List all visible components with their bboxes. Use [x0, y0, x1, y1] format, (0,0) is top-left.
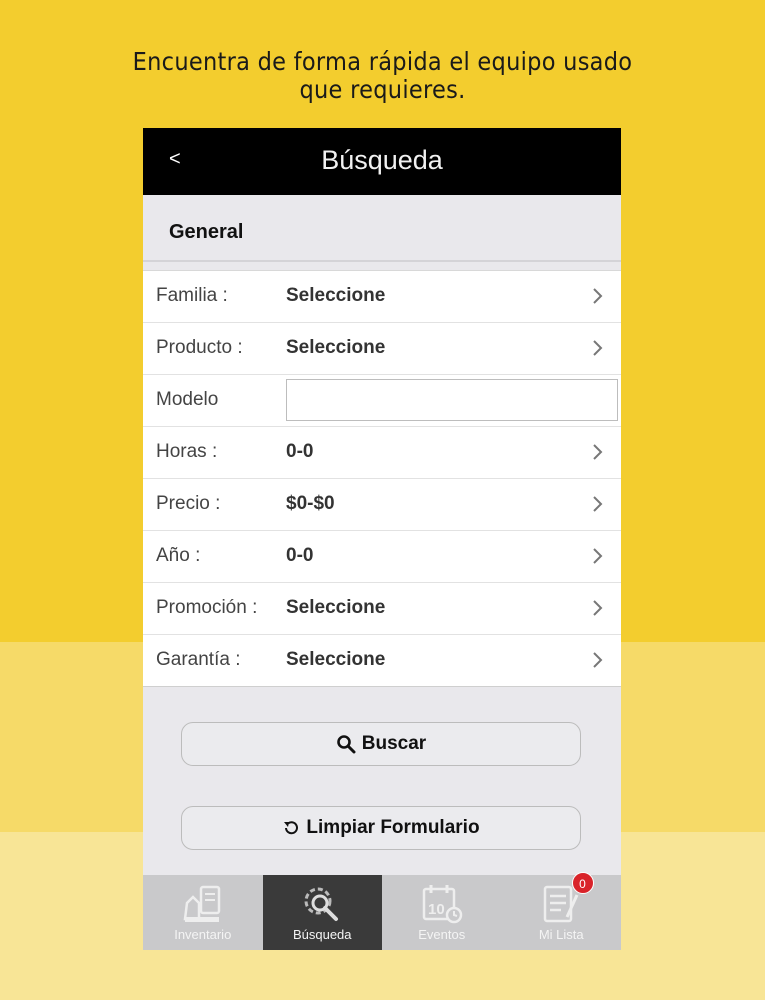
field-label: Modelo: [156, 389, 219, 410]
calendar-icon: 10: [422, 885, 462, 924]
field-label: Garantía :: [156, 649, 241, 670]
clear-form-button[interactable]: Limpiar Formulario: [181, 806, 581, 850]
tab-eventos[interactable]: 10 Eventos: [382, 875, 502, 950]
section-header-general: General: [143, 206, 621, 262]
field-label: Precio :: [156, 493, 221, 514]
inventory-icon: [183, 885, 220, 922]
field-label: Año :: [156, 545, 201, 566]
undo-icon: [284, 821, 299, 835]
row-familia[interactable]: Familia : Seleccione: [143, 271, 621, 323]
field-value: Seleccione: [286, 597, 386, 618]
clear-button-label: Limpiar Formulario: [306, 817, 480, 838]
row-producto[interactable]: Producto : Seleccione: [143, 323, 621, 375]
search-button-label: Buscar: [361, 733, 427, 754]
row-horas[interactable]: Horas : 0-0: [143, 427, 621, 479]
chevron-right-icon: [593, 600, 603, 616]
search-gear-icon: [304, 887, 339, 921]
chevron-right-icon: [593, 496, 603, 512]
model-input[interactable]: [286, 379, 618, 421]
svg-text:10: 10: [428, 901, 445, 918]
field-value: 0-0: [286, 545, 314, 566]
search-icon: [336, 735, 356, 754]
chevron-right-icon: [593, 340, 603, 356]
chevron-right-icon: [593, 288, 603, 304]
tab-bar: Inventario Búsqueda 10 Eventos Mi Lista …: [143, 872, 622, 950]
search-form: Familia : Seleccione Producto : Seleccio…: [143, 270, 621, 687]
headline-line-2: que requieres.: [299, 75, 466, 104]
search-button[interactable]: Buscar: [181, 722, 581, 766]
field-label: Producto :: [156, 337, 243, 358]
chevron-right-icon: [593, 652, 603, 668]
chevron-right-icon: [593, 548, 603, 564]
headline: Encuentra de forma rápida el equipo usad…: [38, 48, 727, 104]
field-value: Seleccione: [286, 285, 386, 306]
notification-badge: 0: [571, 872, 594, 894]
tab-mi-lista[interactable]: Mi Lista 0: [502, 872, 622, 950]
row-ano[interactable]: Año : 0-0: [143, 531, 621, 583]
chevron-right-icon: [593, 444, 603, 460]
field-label: Familia :: [156, 285, 228, 306]
row-promocion[interactable]: Promoción : Seleccione: [143, 583, 621, 635]
title-bar: < Búsqueda: [143, 128, 621, 195]
tab-label: Eventos: [418, 927, 466, 942]
tab-busqueda[interactable]: Búsqueda: [262, 875, 382, 950]
field-value: Seleccione: [286, 649, 386, 670]
page-title: Búsqueda: [321, 145, 443, 175]
row-garantia[interactable]: Garantía : Seleccione: [143, 635, 621, 686]
field-value: $0-$0: [286, 493, 335, 514]
field-label: Promoción :: [156, 597, 258, 618]
field-value: Seleccione: [286, 337, 386, 358]
field-value: 0-0: [286, 441, 314, 462]
headline-line-1: Encuentra de forma rápida el equipo usad…: [132, 47, 633, 76]
phone-screen: < Búsqueda General Familia : Seleccione …: [143, 128, 621, 950]
tab-label: Inventario: [174, 927, 232, 942]
tab-label: Búsqueda: [292, 927, 352, 942]
section-title: General: [169, 221, 244, 243]
tab-label: Mi Lista: [538, 927, 584, 942]
tab-inventario[interactable]: Inventario: [143, 875, 263, 950]
row-modelo: Modelo: [143, 375, 621, 427]
field-label: Horas :: [156, 441, 218, 462]
row-precio[interactable]: Precio : $0-$0: [143, 479, 621, 531]
